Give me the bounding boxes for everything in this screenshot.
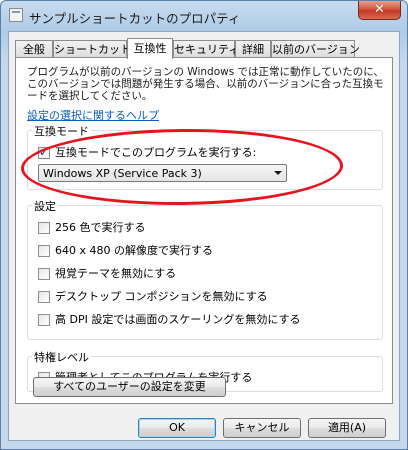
settings-legend: 設定 [32, 198, 58, 214]
setting-label: 640 x 480 の解像度で実行する [55, 244, 213, 257]
description-text: プログラムが以前のバージョンの Windows では正常に動作していたのに、この… [27, 66, 384, 102]
compat-mode-group: 互換モード 互換モードでこのプログラムを実行する: Windows XP (Se… [27, 123, 383, 190]
window-icon [9, 8, 23, 22]
tab-previous-versions[interactable]: 以前のバージョン [271, 40, 360, 58]
privilege-legend: 特権レベル [32, 349, 91, 365]
tab-security[interactable]: セキュリティ [173, 40, 239, 58]
dialog-body: 全般 ショートカット 互換性 セキュリティ 詳細 以前のバージョン プログラムが… [8, 31, 400, 441]
ok-button[interactable]: OK [138, 418, 216, 438]
setting-checkbox[interactable] [38, 291, 50, 303]
setting-checkbox[interactable] [38, 245, 50, 257]
title-bar[interactable]: サンプルショートカットのプロパティ ✕ [1, 1, 407, 31]
apply-button[interactable]: 適用(A) [308, 418, 386, 438]
compat-mode-select[interactable]: Windows XP (Service Pack 3) [38, 164, 287, 182]
close-button[interactable]: ✕ [358, 1, 401, 20]
tab-shortcut[interactable]: ショートカット [53, 40, 131, 58]
settings-group: 設定 256 色で実行する 640 x 480 の解像度で実行する 視覚テーマを… [27, 198, 383, 340]
window-title: サンプルショートカットのプロパティ [29, 11, 241, 26]
setting-checkbox[interactable] [38, 222, 50, 234]
compat-mode-checkbox[interactable] [38, 145, 50, 159]
setting-label: デスクトップ コンポジションを無効にする [55, 290, 268, 303]
cancel-button[interactable]: キャンセル [223, 418, 301, 438]
properties-window: サンプルショートカットのプロパティ ✕ 全般 ショートカット 互換性 セキュリテ… [0, 0, 408, 450]
tab-details[interactable]: 詳細 [235, 40, 271, 58]
compat-mode-select-value: Windows XP (Service Pack 3) [43, 167, 202, 180]
setting-label: 256 色で実行する [55, 221, 146, 234]
tab-general[interactable]: 全般 [15, 40, 53, 58]
change-all-users-button[interactable]: すべてのユーザーの設定を変更 [33, 377, 226, 397]
tab-compatibility[interactable]: 互換性 [127, 38, 173, 59]
setting-checkbox[interactable] [38, 314, 50, 326]
chevron-down-icon [274, 171, 282, 175]
help-link[interactable]: 設定の選択に関するヘルプ [27, 107, 159, 123]
compatibility-panel: プログラムが以前のバージョンの Windows では正常に動作していたのに、この… [15, 57, 393, 404]
compat-mode-checkbox-label: 互換モードでこのプログラムを実行する: [55, 146, 257, 159]
setting-label: 視覚テーマを無効にする [55, 267, 177, 280]
setting-label: 高 DPI 設定では画面のスケーリングを無効にする [55, 313, 301, 326]
compat-mode-legend: 互換モード [32, 123, 91, 139]
setting-checkbox[interactable] [38, 268, 50, 280]
